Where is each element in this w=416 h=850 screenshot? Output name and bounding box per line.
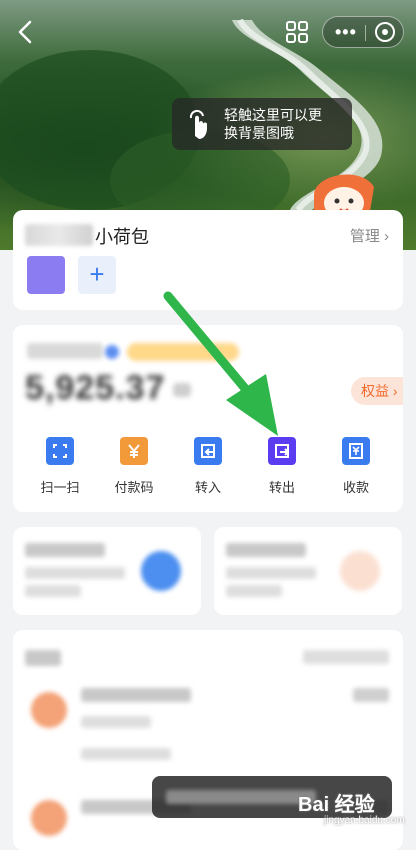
wallet-color-swatch[interactable]	[27, 256, 65, 294]
list-item-icon	[31, 692, 67, 728]
wallet-card: 小荷包 管理 › +	[13, 210, 403, 310]
fund-sub2-blurred	[226, 585, 282, 597]
fund-sub-blurred	[226, 567, 316, 579]
transfer-in-icon	[194, 437, 222, 465]
tip-line-1: 轻触这里可以更	[224, 107, 322, 123]
tap-hand-icon	[189, 109, 207, 139]
list-item-amount-blurred	[353, 688, 389, 702]
list-item-title-blurred	[81, 688, 191, 702]
savings-card[interactable]	[13, 527, 201, 615]
wallet-title: 小荷包	[95, 227, 149, 247]
balance-card: 5,925.37 权益 › 扫一扫 付款码 转入 转出 收款	[13, 325, 403, 512]
add-wallet-button[interactable]: +	[78, 256, 116, 294]
transfer-out-icon	[268, 437, 296, 465]
fund-icon	[340, 551, 380, 591]
toast-text-blurred	[166, 790, 316, 804]
info-icon	[105, 345, 119, 359]
action-scan-label: 扫一扫	[40, 480, 80, 495]
chevron-right-icon: ›	[384, 228, 389, 245]
close-record-icon[interactable]	[375, 22, 395, 42]
savings-icon	[141, 551, 181, 591]
balance-amount: 5,925.37	[25, 369, 166, 407]
action-transfer-out[interactable]: 转出	[245, 437, 319, 496]
action-pay-code[interactable]: 付款码	[97, 437, 171, 496]
watermark-url: jingyan.baidu.com	[324, 815, 405, 826]
manage-label: 管理	[349, 228, 384, 245]
receive-icon	[342, 437, 370, 465]
savings-sub2-blurred	[25, 585, 81, 597]
benefits-label: 权益	[361, 383, 393, 399]
yuan-icon	[120, 437, 148, 465]
action-scan[interactable]: 扫一扫	[23, 437, 97, 496]
list-item-date-blurred	[81, 748, 171, 760]
list-item-icon	[31, 800, 67, 836]
benefits-button[interactable]: 权益 ›	[351, 377, 403, 405]
action-transfer-in-label: 转入	[194, 480, 221, 495]
action-receive[interactable]: 收款	[319, 437, 393, 496]
action-transfer-out-label: 转出	[268, 480, 295, 495]
mini-program-capsule: •••	[322, 16, 404, 48]
capsule-divider	[365, 25, 366, 41]
scan-frame-icon	[46, 437, 74, 465]
more-icon[interactable]: •••	[335, 23, 357, 41]
promo-tag-blurred	[127, 343, 239, 361]
baidu-jingyan-watermark: Bai 经验 jingyan.baidu.com	[298, 788, 405, 826]
tip-line-2: 换背景图哦	[224, 125, 294, 141]
background-tip-tooltip[interactable]: 轻触这里可以更 换背景图哦	[172, 98, 352, 150]
action-row: 扫一扫 付款码 转入 转出 收款	[13, 437, 403, 497]
manage-button[interactable]: 管理 ›	[350, 225, 389, 246]
eye-icon[interactable]	[173, 383, 191, 397]
fund-title-blurred	[226, 543, 306, 557]
back-arrow-icon[interactable]	[12, 18, 40, 46]
list-more-blurred[interactable]	[303, 650, 389, 664]
user-name-blurred	[25, 224, 93, 246]
action-transfer-in[interactable]: 转入	[171, 437, 245, 496]
list-item-sub-blurred	[81, 716, 151, 728]
list-title-blurred	[25, 650, 61, 666]
watermark-brand: Bai 经验	[298, 794, 375, 816]
fund-card[interactable]	[214, 527, 402, 615]
savings-sub-blurred	[25, 567, 125, 579]
scan-icon[interactable]	[283, 18, 311, 46]
chevron-right-icon: ›	[392, 383, 398, 399]
savings-title-blurred	[25, 543, 105, 557]
balance-label-blurred	[27, 343, 103, 359]
action-receive-label: 收款	[342, 480, 369, 495]
action-pay-code-label: 付款码	[114, 480, 154, 495]
